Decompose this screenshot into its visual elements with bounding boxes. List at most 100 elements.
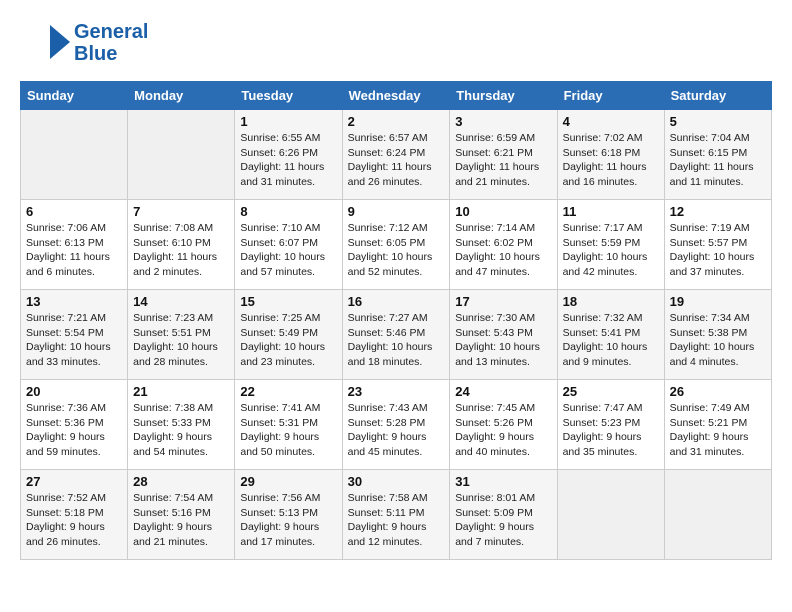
day-info: Sunrise: 6:57 AM Sunset: 6:24 PM Dayligh… [348,131,445,190]
day-info: Sunrise: 7:25 AM Sunset: 5:49 PM Dayligh… [240,311,336,370]
day-info: Sunrise: 7:23 AM Sunset: 5:51 PM Dayligh… [133,311,229,370]
day-info: Sunrise: 7:30 AM Sunset: 5:43 PM Dayligh… [455,311,551,370]
calendar-cell: 4 Sunrise: 7:02 AM Sunset: 6:18 PM Daylig… [557,110,664,200]
day-number: 15 [240,294,336,309]
calendar-cell: 31 Sunrise: 8:01 AM Sunset: 5:09 PM Dayli… [450,470,557,560]
calendar-cell: 27 Sunrise: 7:52 AM Sunset: 5:18 PM Dayli… [21,470,128,560]
weekday-header-wednesday: Wednesday [342,82,450,110]
day-number: 10 [455,204,551,219]
day-info: Sunrise: 7:36 AM Sunset: 5:36 PM Dayligh… [26,401,122,460]
day-info: Sunrise: 7:12 AM Sunset: 6:05 PM Dayligh… [348,221,445,280]
calendar-cell: 23 Sunrise: 7:43 AM Sunset: 5:28 PM Dayli… [342,380,450,470]
day-number: 3 [455,114,551,129]
weekday-header-tuesday: Tuesday [235,82,342,110]
day-info: Sunrise: 6:59 AM Sunset: 6:21 PM Dayligh… [455,131,551,190]
day-number: 26 [670,384,766,399]
day-number: 20 [26,384,122,399]
calendar-week-2: 6Sunrise: 7:06 AM Sunset: 6:13 PM Daylig… [21,200,772,290]
day-info: Sunrise: 7:17 AM Sunset: 5:59 PM Dayligh… [563,221,659,280]
day-info: Sunrise: 7:34 AM Sunset: 5:38 PM Dayligh… [670,311,766,370]
day-number: 9 [348,204,445,219]
day-number: 23 [348,384,445,399]
calendar-cell [664,470,771,560]
day-number: 30 [348,474,445,489]
day-number: 11 [563,204,659,219]
calendar-week-4: 20 Sunrise: 7:36 AM Sunset: 5:36 PM Dayli… [21,380,772,470]
calendar-cell: 12 Sunrise: 7:19 AM Sunset: 5:57 PM Dayli… [664,200,771,290]
day-number: 7 [133,204,229,219]
calendar-cell [557,470,664,560]
calendar-cell: 24Sunrise: 7:45 AM Sunset: 5:26 PM Dayli… [450,380,557,470]
calendar-cell: 26 Sunrise: 7:49 AM Sunset: 5:21 PM Dayli… [664,380,771,470]
day-number: 31 [455,474,551,489]
logo-container: GeneralBlue [20,20,148,65]
calendar-cell: 10 Sunrise: 7:14 AM Sunset: 6:02 PM Dayli… [450,200,557,290]
calendar-cell: 25 Sunrise: 7:47 AM Sunset: 5:23 PM Dayli… [557,380,664,470]
calendar-cell: 28Sunrise: 7:54 AM Sunset: 5:16 PM Dayli… [128,470,235,560]
day-number: 22 [240,384,336,399]
calendar-table: SundayMondayTuesdayWednesdayThursdayFrid… [20,81,772,560]
day-info: Sunrise: 7:10 AM Sunset: 6:07 PM Dayligh… [240,221,336,280]
day-number: 25 [563,384,659,399]
calendar-cell: 22 Sunrise: 7:41 AM Sunset: 5:31 PM Dayli… [235,380,342,470]
day-number: 12 [670,204,766,219]
day-info: Sunrise: 7:58 AM Sunset: 5:11 PM Dayligh… [348,491,445,550]
calendar-cell: 1 Sunrise: 6:55 AM Sunset: 6:26 PM Daylig… [235,110,342,200]
calendar-cell [128,110,235,200]
day-number: 16 [348,294,445,309]
calendar-cell: 14 Sunrise: 7:23 AM Sunset: 5:51 PM Dayli… [128,290,235,380]
calendar-cell: 29Sunrise: 7:56 AM Sunset: 5:13 PM Dayli… [235,470,342,560]
calendar-week-5: 27 Sunrise: 7:52 AM Sunset: 5:18 PM Dayli… [21,470,772,560]
day-info: Sunrise: 7:52 AM Sunset: 5:18 PM Dayligh… [26,491,122,550]
day-info: Sunrise: 7:38 AM Sunset: 5:33 PM Dayligh… [133,401,229,460]
day-number: 18 [563,294,659,309]
day-number: 24 [455,384,551,399]
calendar-cell: 30 Sunrise: 7:58 AM Sunset: 5:11 PM Dayli… [342,470,450,560]
day-info: Sunrise: 7:47 AM Sunset: 5:23 PM Dayligh… [563,401,659,460]
day-number: 29 [240,474,336,489]
calendar-cell: 9 Sunrise: 7:12 AM Sunset: 6:05 PM Daylig… [342,200,450,290]
day-info: Sunrise: 7:41 AM Sunset: 5:31 PM Dayligh… [240,401,336,460]
calendar-week-1: 1 Sunrise: 6:55 AM Sunset: 6:26 PM Daylig… [21,110,772,200]
weekday-header-friday: Friday [557,82,664,110]
day-number: 14 [133,294,229,309]
day-number: 1 [240,114,336,129]
day-info: Sunrise: 7:14 AM Sunset: 6:02 PM Dayligh… [455,221,551,280]
day-number: 17 [455,294,551,309]
day-info: Sunrise: 7:49 AM Sunset: 5:21 PM Dayligh… [670,401,766,460]
day-info: Sunrise: 7:21 AM Sunset: 5:54 PM Dayligh… [26,311,122,370]
calendar-cell: 7Sunrise: 7:08 AM Sunset: 6:10 PM Daylig… [128,200,235,290]
calendar-cell: 16 Sunrise: 7:27 AM Sunset: 5:46 PM Dayli… [342,290,450,380]
calendar-cell: 13 Sunrise: 7:21 AM Sunset: 5:54 PM Dayli… [21,290,128,380]
day-number: 2 [348,114,445,129]
calendar-cell: 15 Sunrise: 7:25 AM Sunset: 5:49 PM Dayli… [235,290,342,380]
calendar-cell: 8 Sunrise: 7:10 AM Sunset: 6:07 PM Daylig… [235,200,342,290]
day-info: Sunrise: 8:01 AM Sunset: 5:09 PM Dayligh… [455,491,551,550]
day-number: 28 [133,474,229,489]
calendar-cell: 3 Sunrise: 6:59 AM Sunset: 6:21 PM Daylig… [450,110,557,200]
calendar-cell: 11 Sunrise: 7:17 AM Sunset: 5:59 PM Dayli… [557,200,664,290]
calendar-cell: 21 Sunrise: 7:38 AM Sunset: 5:33 PM Dayli… [128,380,235,470]
day-info: Sunrise: 7:43 AM Sunset: 5:28 PM Dayligh… [348,401,445,460]
day-info: Sunrise: 7:02 AM Sunset: 6:18 PM Dayligh… [563,131,659,190]
weekday-header-sunday: Sunday [21,82,128,110]
weekday-header-monday: Monday [128,82,235,110]
logo-text: GeneralBlue [74,21,148,65]
day-number: 8 [240,204,336,219]
day-number: 4 [563,114,659,129]
day-number: 19 [670,294,766,309]
calendar-cell: 6Sunrise: 7:06 AM Sunset: 6:13 PM Daylig… [21,200,128,290]
calendar-cell: 20 Sunrise: 7:36 AM Sunset: 5:36 PM Dayli… [21,380,128,470]
day-number: 27 [26,474,122,489]
calendar-cell: 19 Sunrise: 7:34 AM Sunset: 5:38 PM Dayli… [664,290,771,380]
day-info: Sunrise: 7:19 AM Sunset: 5:57 PM Dayligh… [670,221,766,280]
day-info: Sunrise: 7:27 AM Sunset: 5:46 PM Dayligh… [348,311,445,370]
day-number: 21 [133,384,229,399]
calendar-cell: 18Sunrise: 7:32 AM Sunset: 5:41 PM Dayli… [557,290,664,380]
day-info: Sunrise: 7:04 AM Sunset: 6:15 PM Dayligh… [670,131,766,190]
day-number: 6 [26,204,122,219]
calendar-cell: 17 Sunrise: 7:30 AM Sunset: 5:43 PM Dayli… [450,290,557,380]
page-header: GeneralBlue [20,20,772,65]
day-number: 13 [26,294,122,309]
day-info: Sunrise: 6:55 AM Sunset: 6:26 PM Dayligh… [240,131,336,190]
